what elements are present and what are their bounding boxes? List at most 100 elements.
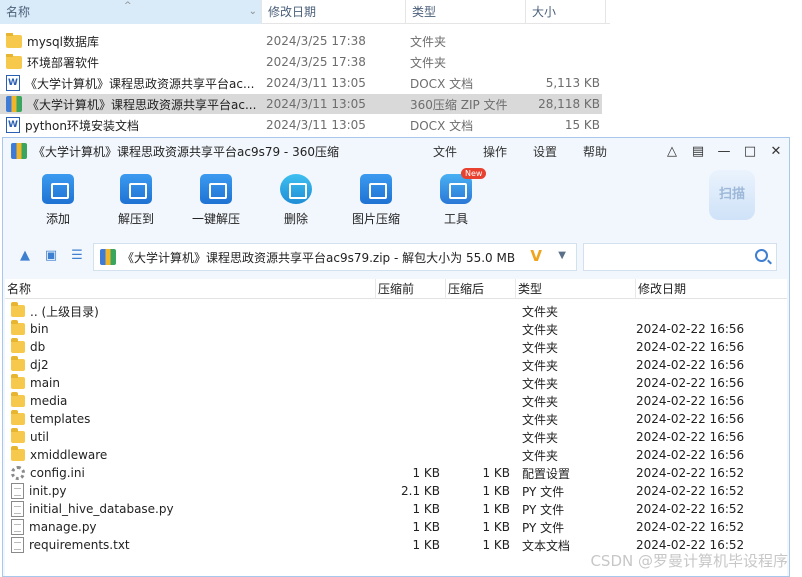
item-name: templates: [30, 412, 91, 426]
watermark: CSDN @罗曼计算机毕设程序: [590, 552, 788, 570]
list-item[interactable]: manage.py 1 KB 1 KB PY 文件 2024-02-22 16:…: [5, 518, 787, 536]
row-name: python环境安装文档: [25, 118, 139, 133]
file-icon: [11, 537, 24, 553]
list-item[interactable]: config.ini 1 KB 1 KB 配置设置 2024-02-22 16:…: [5, 464, 787, 482]
explorer-row[interactable]: Wpython环境安装文档 2024/3/11 13:05 DOCX 文档 15…: [0, 115, 602, 135]
row-name: 《大学计算机》课程思政资源共享平台ac...: [27, 97, 257, 112]
chevron-down-icon[interactable]: ⌄: [249, 0, 257, 24]
list-item[interactable]: dj2 文件夹 2024-02-22 16:56: [5, 356, 787, 374]
title-bar[interactable]: 《大学计算机》课程思政资源共享平台ac9s79 - 360压缩 文件 操作 设置…: [3, 138, 789, 164]
zip-window: 《大学计算机》课程思政资源共享平台ac9s79 - 360压缩 文件 操作 设置…: [2, 137, 790, 577]
minimize-icon[interactable]: —: [717, 144, 731, 159]
column-name[interactable]: 名称: [5, 279, 376, 299]
image-compress-button[interactable]: 图片压缩: [341, 174, 411, 227]
up-arrow-icon[interactable]: ▲: [17, 249, 33, 263]
file-icon: [11, 519, 24, 535]
column-name[interactable]: ^ 名称 ⌄: [0, 0, 262, 24]
docx-icon: W: [6, 117, 20, 133]
address-bar: ▲ ▣ ☰ 《大学计算机》课程思政资源共享平台ac9s79.zip - 解包大小…: [3, 239, 789, 273]
menu-operation[interactable]: 操作: [483, 143, 507, 160]
column-type[interactable]: 类型: [516, 279, 636, 299]
item-size-before: 1 KB: [412, 538, 440, 552]
menu-settings[interactable]: 设置: [533, 143, 557, 160]
row-name: 环境部署软件: [27, 55, 100, 70]
item-date: 2024-02-22 16:56: [636, 376, 745, 390]
item-name: initial_hive_database.py: [29, 502, 174, 516]
list-item[interactable]: init.py 2.1 KB 1 KB PY 文件 2024-02-22 16:…: [5, 482, 787, 500]
list-item-parent-dir[interactable]: .. (上级目录) 文件夹: [5, 302, 787, 320]
search-icon[interactable]: [755, 249, 768, 262]
image-compress-icon: [360, 174, 392, 204]
row-date: 2024/3/25 17:38: [266, 55, 366, 69]
item-type: 文件夹: [522, 448, 559, 463]
explorer-row[interactable]: W 《大学计算机》课程思政资源共享平台ac... 2024/3/11 13:05 …: [0, 73, 602, 93]
item-name: media: [30, 394, 68, 408]
add-icon: [42, 174, 74, 204]
column-date[interactable]: 修改日期: [262, 0, 406, 24]
column-size[interactable]: 大小: [526, 0, 606, 24]
explorer-row-selected[interactable]: 《大学计算机》课程思政资源共享平台ac... 2024/3/11 13:05 3…: [0, 94, 602, 114]
list-item[interactable]: xmiddleware 文件夹 2024-02-22 16:56: [5, 446, 787, 464]
folder-icon: [11, 302, 25, 317]
sort-caret-icon: ^: [124, 1, 132, 11]
row-name: mysql数据库: [27, 34, 99, 49]
explorer-row[interactable]: 环境部署软件 2024/3/25 17:38 文件夹: [0, 52, 602, 72]
item-type: 文件夹: [522, 376, 559, 391]
item-name: .. (上级目录): [30, 304, 99, 319]
one-click-extract-button[interactable]: 一键解压: [181, 174, 251, 227]
list-item[interactable]: media 文件夹 2024-02-22 16:56: [5, 392, 787, 410]
one-click-extract-label: 一键解压: [191, 212, 240, 226]
zip-icon: [100, 249, 116, 265]
menu-file[interactable]: 文件: [433, 143, 457, 160]
menu-help[interactable]: 帮助: [583, 143, 607, 160]
trash-icon: [280, 174, 312, 204]
close-icon[interactable]: ✕: [769, 144, 783, 159]
item-date: 2024-02-22 16:52: [636, 466, 745, 480]
folder-icon: [11, 320, 25, 335]
extract-to-button[interactable]: 解压到: [101, 174, 171, 227]
window-controls: △ ▤ — □ ✕: [665, 138, 783, 164]
delete-button[interactable]: 删除: [261, 174, 331, 227]
item-name: main: [30, 376, 60, 390]
verified-icon[interactable]: V: [530, 247, 542, 265]
item-type: 文件夹: [522, 412, 559, 427]
scan-button[interactable]: 扫描: [709, 170, 755, 220]
thumbnail-view-icon[interactable]: ▣: [43, 249, 59, 263]
item-name: util: [30, 430, 49, 444]
settings-file-icon: [11, 466, 25, 480]
list-item[interactable]: initial_hive_database.py 1 KB 1 KB PY 文件…: [5, 500, 787, 518]
column-date[interactable]: 修改日期: [636, 279, 787, 299]
skin-icon[interactable]: △: [665, 144, 679, 159]
item-date: 2024-02-22 16:56: [636, 448, 745, 462]
app-logo-icon: [11, 143, 27, 159]
feedback-icon[interactable]: ▤: [691, 144, 705, 159]
chevron-down-icon[interactable]: ▼: [558, 250, 566, 261]
one-click-extract-icon: [200, 174, 232, 204]
row-size: 28,118 KB: [538, 97, 600, 111]
tools-label: 工具: [443, 212, 468, 226]
delete-label: 删除: [283, 212, 308, 226]
folder-icon: [11, 374, 25, 389]
list-item[interactable]: util 文件夹 2024-02-22 16:56: [5, 428, 787, 446]
column-size-after[interactable]: 压缩后: [446, 279, 516, 299]
path-field[interactable]: 《大学计算机》课程思政资源共享平台ac9s79.zip - 解包大小为 55.0…: [93, 243, 577, 271]
path-text: 《大学计算机》课程思政资源共享平台ac9s79.zip - 解包大小为 55.0…: [122, 250, 516, 265]
add-button[interactable]: 添加: [23, 174, 93, 227]
list-item[interactable]: bin 文件夹 2024-02-22 16:56: [5, 320, 787, 338]
list-view-icon[interactable]: ☰: [69, 249, 85, 263]
list-item[interactable]: db 文件夹 2024-02-22 16:56: [5, 338, 787, 356]
list-item[interactable]: main 文件夹 2024-02-22 16:56: [5, 374, 787, 392]
list-item[interactable]: templates 文件夹 2024-02-22 16:56: [5, 410, 787, 428]
column-type[interactable]: 类型: [406, 0, 526, 24]
item-date: 2024-02-22 16:56: [636, 322, 745, 336]
tools-button[interactable]: New 工具: [421, 168, 491, 227]
search-input[interactable]: [583, 243, 777, 271]
explorer-row[interactable]: mysql数据库 2024/3/25 17:38 文件夹: [0, 31, 602, 51]
folder-icon: [6, 32, 22, 48]
folder-icon: [11, 356, 25, 371]
item-date: 2024-02-22 16:56: [636, 430, 745, 444]
row-date: 2024/3/11 13:05: [266, 97, 366, 111]
column-size-before[interactable]: 压缩前: [376, 279, 446, 299]
row-size: 15 KB: [564, 118, 600, 132]
maximize-icon[interactable]: □: [743, 144, 757, 159]
